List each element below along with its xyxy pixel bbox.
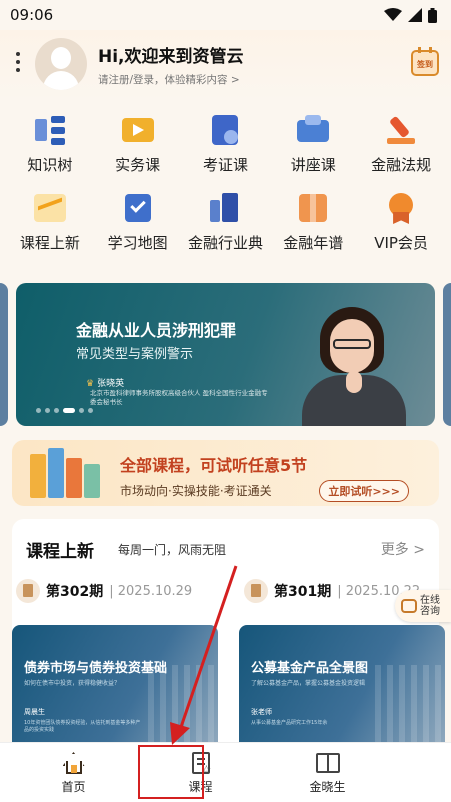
nav-label: 实务课 [115, 156, 161, 174]
speaker-photo [298, 301, 408, 426]
banner-speaker: 张晓英 [86, 376, 124, 389]
header: Hi,欢迎来到资管云 请注册/登录，体验精彩内容 > 签到 [0, 30, 451, 100]
online-consult-button[interactable]: 在线 咨询 [395, 590, 451, 622]
try-now-button[interactable]: 立即试听>>> [319, 480, 409, 502]
nav-item-practice-course[interactable]: 实务课 [95, 112, 181, 190]
banner-peek-previous[interactable] [0, 283, 8, 426]
section-title: 课程上新 [26, 542, 94, 562]
nav-item-financial-law[interactable]: 金融法规 [358, 112, 444, 190]
nav-item-knowledge-tree[interactable]: 知识树 [7, 112, 93, 190]
nav-item-industry-dictionary[interactable]: 金融行业典 [182, 190, 268, 268]
book-icon [244, 579, 268, 603]
more-link[interactable]: 更多 > [381, 539, 425, 559]
nav-item-new-courses[interactable]: 课程上新 [7, 190, 93, 268]
nav-label: VIP会员 [374, 234, 428, 252]
certificate-icon [207, 112, 243, 148]
issue-number: 第301期 [274, 584, 332, 600]
nav-item-certificate-course[interactable]: 考证课 [182, 112, 268, 190]
book-icon [16, 579, 40, 603]
nav-label: 讲座课 [290, 156, 336, 174]
video-course-icon [120, 112, 156, 148]
books-illustration-icon [30, 448, 110, 498]
banner-subtitle: 常见类型与案例警示 [76, 347, 194, 362]
avatar[interactable] [35, 38, 87, 90]
nav-item-study-map[interactable]: 学习地图 [95, 190, 181, 268]
nav-label: 金融法规 [371, 156, 432, 174]
home-icon [61, 750, 87, 776]
login-prompt-link[interactable]: 请注册/登录，体验精彩内容 > [98, 72, 240, 87]
vip-medal-icon [383, 190, 419, 226]
nav-item-vip[interactable]: VIP会员 [358, 190, 444, 268]
nav-label: 考证课 [202, 156, 248, 174]
course-card-title: 债券市场与债券投资基础 [24, 661, 168, 676]
new-courses-section: 课程上新 每周一门，风雨无阻 更多 > 第302期 2025.10.29 第30… [12, 519, 445, 743]
knowledge-tree-icon [32, 112, 68, 148]
nav-row-1: 知识树 实务课 考证课 讲座课 金融法规 [0, 112, 451, 190]
course-card-caption: 了解公募基金产品，掌握公募基金投资逻辑 [251, 680, 366, 687]
nav-label: 金融行业典 [187, 234, 263, 252]
nav-item-lecture-course[interactable]: 讲座课 [270, 112, 356, 190]
issue-date: 2025.10.29 [109, 584, 192, 599]
folded-map-icon [295, 190, 331, 226]
signal-icon [408, 8, 422, 22]
promo-subtitle: 市场动向·实操技能·考证通关 [120, 484, 272, 498]
tab-label: 首页 [61, 780, 86, 794]
course-card-teacher: 周晨生 [24, 708, 45, 716]
annotation-highlight-box [138, 745, 204, 799]
feature-nav-grid: 知识树 实务课 考证课 讲座课 金融法规 课程上新 学习地图 金融行业典 金融年… [0, 112, 451, 268]
wifi-icon [384, 8, 402, 21]
course-card[interactable]: 债券市场与债券投资基础 如何在债市中投资，获得稳健收益？ 周晨生 10年资管团队… [12, 625, 218, 743]
trial-promo-card[interactable]: 全部课程，可试听任意5节 市场动向·实操技能·考证通关 立即试听>>> [12, 440, 439, 506]
banner-speaker-desc: 北京市盈科律师事务所股权高级合伙人 盈科全国性行业金融专委会秘书长 [90, 389, 268, 406]
course-card-title: 公募基金产品全景图 [251, 661, 369, 676]
nav-label: 知识树 [27, 156, 73, 174]
issue-tab-301[interactable]: 第301期 2025.10.22 [244, 579, 420, 603]
issue-number: 第302期 [46, 584, 104, 600]
nav-item-finance-chronicle[interactable]: 金融年谱 [270, 190, 356, 268]
gavel-icon [383, 112, 419, 148]
calendar-checkin-icon[interactable]: 签到 [411, 47, 439, 76]
book-stack-icon [207, 190, 243, 226]
greeting-title: Hi,欢迎来到资管云 [98, 47, 244, 67]
course-card-caption: 如何在债市中投资，获得稳健收益？ [24, 680, 121, 687]
battery-icon [428, 7, 437, 23]
nav-row-2: 课程上新 学习地图 金融行业典 金融年谱 VIP会员 [0, 190, 451, 268]
nav-label: 课程上新 [19, 234, 80, 252]
open-book-icon [315, 750, 341, 776]
course-card-note: 10年资管团队债券投资经验，从信托到基金等多种产品的投资实践 [24, 720, 141, 733]
promo-title: 全部课程，可试听任意5节 [120, 456, 308, 475]
banner-title: 金融从业人员涉刑犯罪 [76, 321, 237, 340]
status-icons [384, 7, 437, 23]
tab-jinxiaosheng[interactable]: 金晓生 [283, 743, 373, 802]
nav-label: 学习地图 [107, 234, 168, 252]
bottom-tab-bar: 首页 ☆ 课程 金晓生 [0, 742, 451, 802]
more-menu-icon[interactable] [16, 52, 22, 72]
course-card-note: 从事公募基金产品研究工作15年余 [251, 720, 328, 726]
status-bar: 09:06 [0, 0, 451, 30]
section-subtitle: 每周一门，风雨无阻 [118, 543, 227, 557]
issue-tab-302[interactable]: 第302期 2025.10.29 [16, 579, 192, 603]
lecture-icon [295, 112, 331, 148]
consult-label: 在线 咨询 [420, 595, 440, 617]
tab-home[interactable]: 首页 [29, 743, 119, 802]
trend-chart-icon [32, 190, 68, 226]
banner-peek-next[interactable] [443, 283, 451, 426]
course-card-teacher: 张老师 [251, 708, 272, 716]
calendar-icon-text: 签到 [417, 60, 433, 69]
tab-label: 金晓生 [309, 780, 346, 794]
status-time: 09:06 [10, 6, 54, 24]
carousel-indicator [36, 408, 93, 413]
promo-carousel-banner[interactable]: 金融从业人员涉刑犯罪 常见类型与案例警示 张晓英 北京市盈科律师事务所股权高级合… [16, 283, 435, 426]
course-card[interactable]: 公募基金产品全景图 了解公募基金产品，掌握公募基金投资逻辑 张老师 从事公募基金… [239, 625, 445, 743]
nav-label: 金融年谱 [283, 234, 344, 252]
clipboard-check-icon [120, 190, 156, 226]
chat-icon [401, 599, 417, 613]
